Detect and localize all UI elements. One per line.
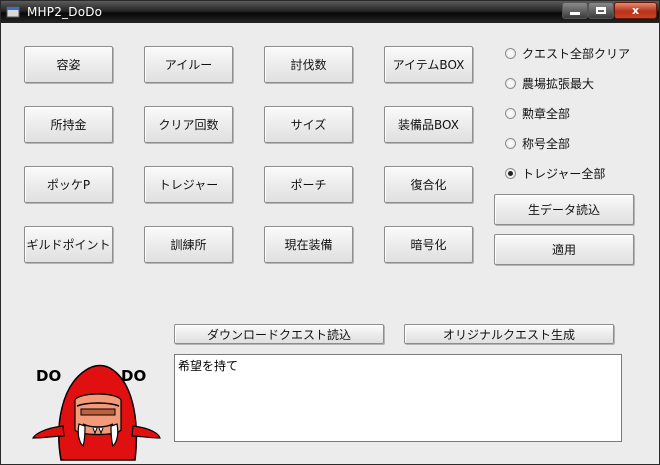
option-label: クエスト全部クリア	[522, 46, 631, 61]
pokke-point-button[interactable]: ポッケP	[24, 166, 113, 203]
minimize-button[interactable]	[562, 2, 588, 19]
option-label: 農場拡張最大	[522, 76, 595, 91]
decrypt-button[interactable]: 復合化	[384, 166, 473, 203]
pouch-button[interactable]: ポーチ	[264, 166, 353, 203]
encrypt-button[interactable]: 暗号化	[384, 226, 473, 263]
radio-icon[interactable]	[505, 47, 516, 59]
hunt-count-button[interactable]: 討伐数	[264, 46, 353, 83]
size-button[interactable]: サイズ	[264, 106, 353, 143]
option-label: 称号全部	[522, 136, 571, 151]
minimize-icon	[570, 12, 580, 15]
create-original-quest-button[interactable]: オリジナルクエスト生成	[404, 324, 614, 344]
money-button[interactable]: 所持金	[24, 106, 113, 143]
equip-box-button[interactable]: 装備品BOX	[384, 106, 473, 143]
guild-point-button[interactable]: ギルドポイント	[24, 226, 113, 263]
load-download-quest-button[interactable]: ダウンロードクエスト読込	[174, 324, 384, 344]
radio-icon[interactable]	[505, 107, 516, 119]
load-raw-data-button[interactable]: 生データ読込	[494, 194, 634, 225]
window-title: MHP2_DoDo	[27, 5, 103, 19]
training-button[interactable]: 訓練所	[144, 226, 233, 263]
current-equip-button[interactable]: 現在装備	[264, 226, 353, 263]
treasure-button[interactable]: トレジャー	[144, 166, 233, 203]
option-titles-all[interactable]: 称号全部	[505, 135, 570, 151]
option-treasure-all[interactable]: トレジャー全部	[505, 165, 605, 181]
option-label: 勲章全部	[522, 106, 571, 121]
item-box-button[interactable]: アイテムBOX	[384, 46, 473, 83]
option-farm-expand-max[interactable]: 農場拡張最大	[505, 75, 594, 91]
airu-button[interactable]: アイルー	[144, 46, 233, 83]
maximize-button[interactable]	[588, 2, 614, 19]
dodo-mascot-icon	[32, 364, 161, 461]
message-textbox[interactable]: 希望を持て	[174, 354, 622, 442]
close-button[interactable]: x	[614, 2, 657, 19]
radio-icon[interactable]	[505, 137, 516, 149]
radio-icon-checked[interactable]	[505, 167, 516, 179]
app-window: MHP2_DoDo x 容姿 アイルー 討伐数 アイテムBOX 所持金 クリア回…	[0, 0, 660, 465]
option-medals-all[interactable]: 勲章全部	[505, 105, 570, 121]
app-icon	[6, 6, 20, 18]
maximize-icon	[596, 7, 606, 14]
apply-button[interactable]: 適用	[494, 234, 634, 265]
appearance-button[interactable]: 容姿	[24, 46, 113, 83]
clear-count-button[interactable]: クリア回数	[144, 106, 233, 143]
close-icon: x	[631, 4, 640, 17]
option-quest-all-clear[interactable]: クエスト全部クリア	[505, 45, 630, 61]
radio-icon[interactable]	[505, 77, 516, 89]
option-label: トレジャー全部	[522, 166, 606, 181]
title-bar[interactable]: MHP2_DoDo x	[1, 1, 659, 23]
